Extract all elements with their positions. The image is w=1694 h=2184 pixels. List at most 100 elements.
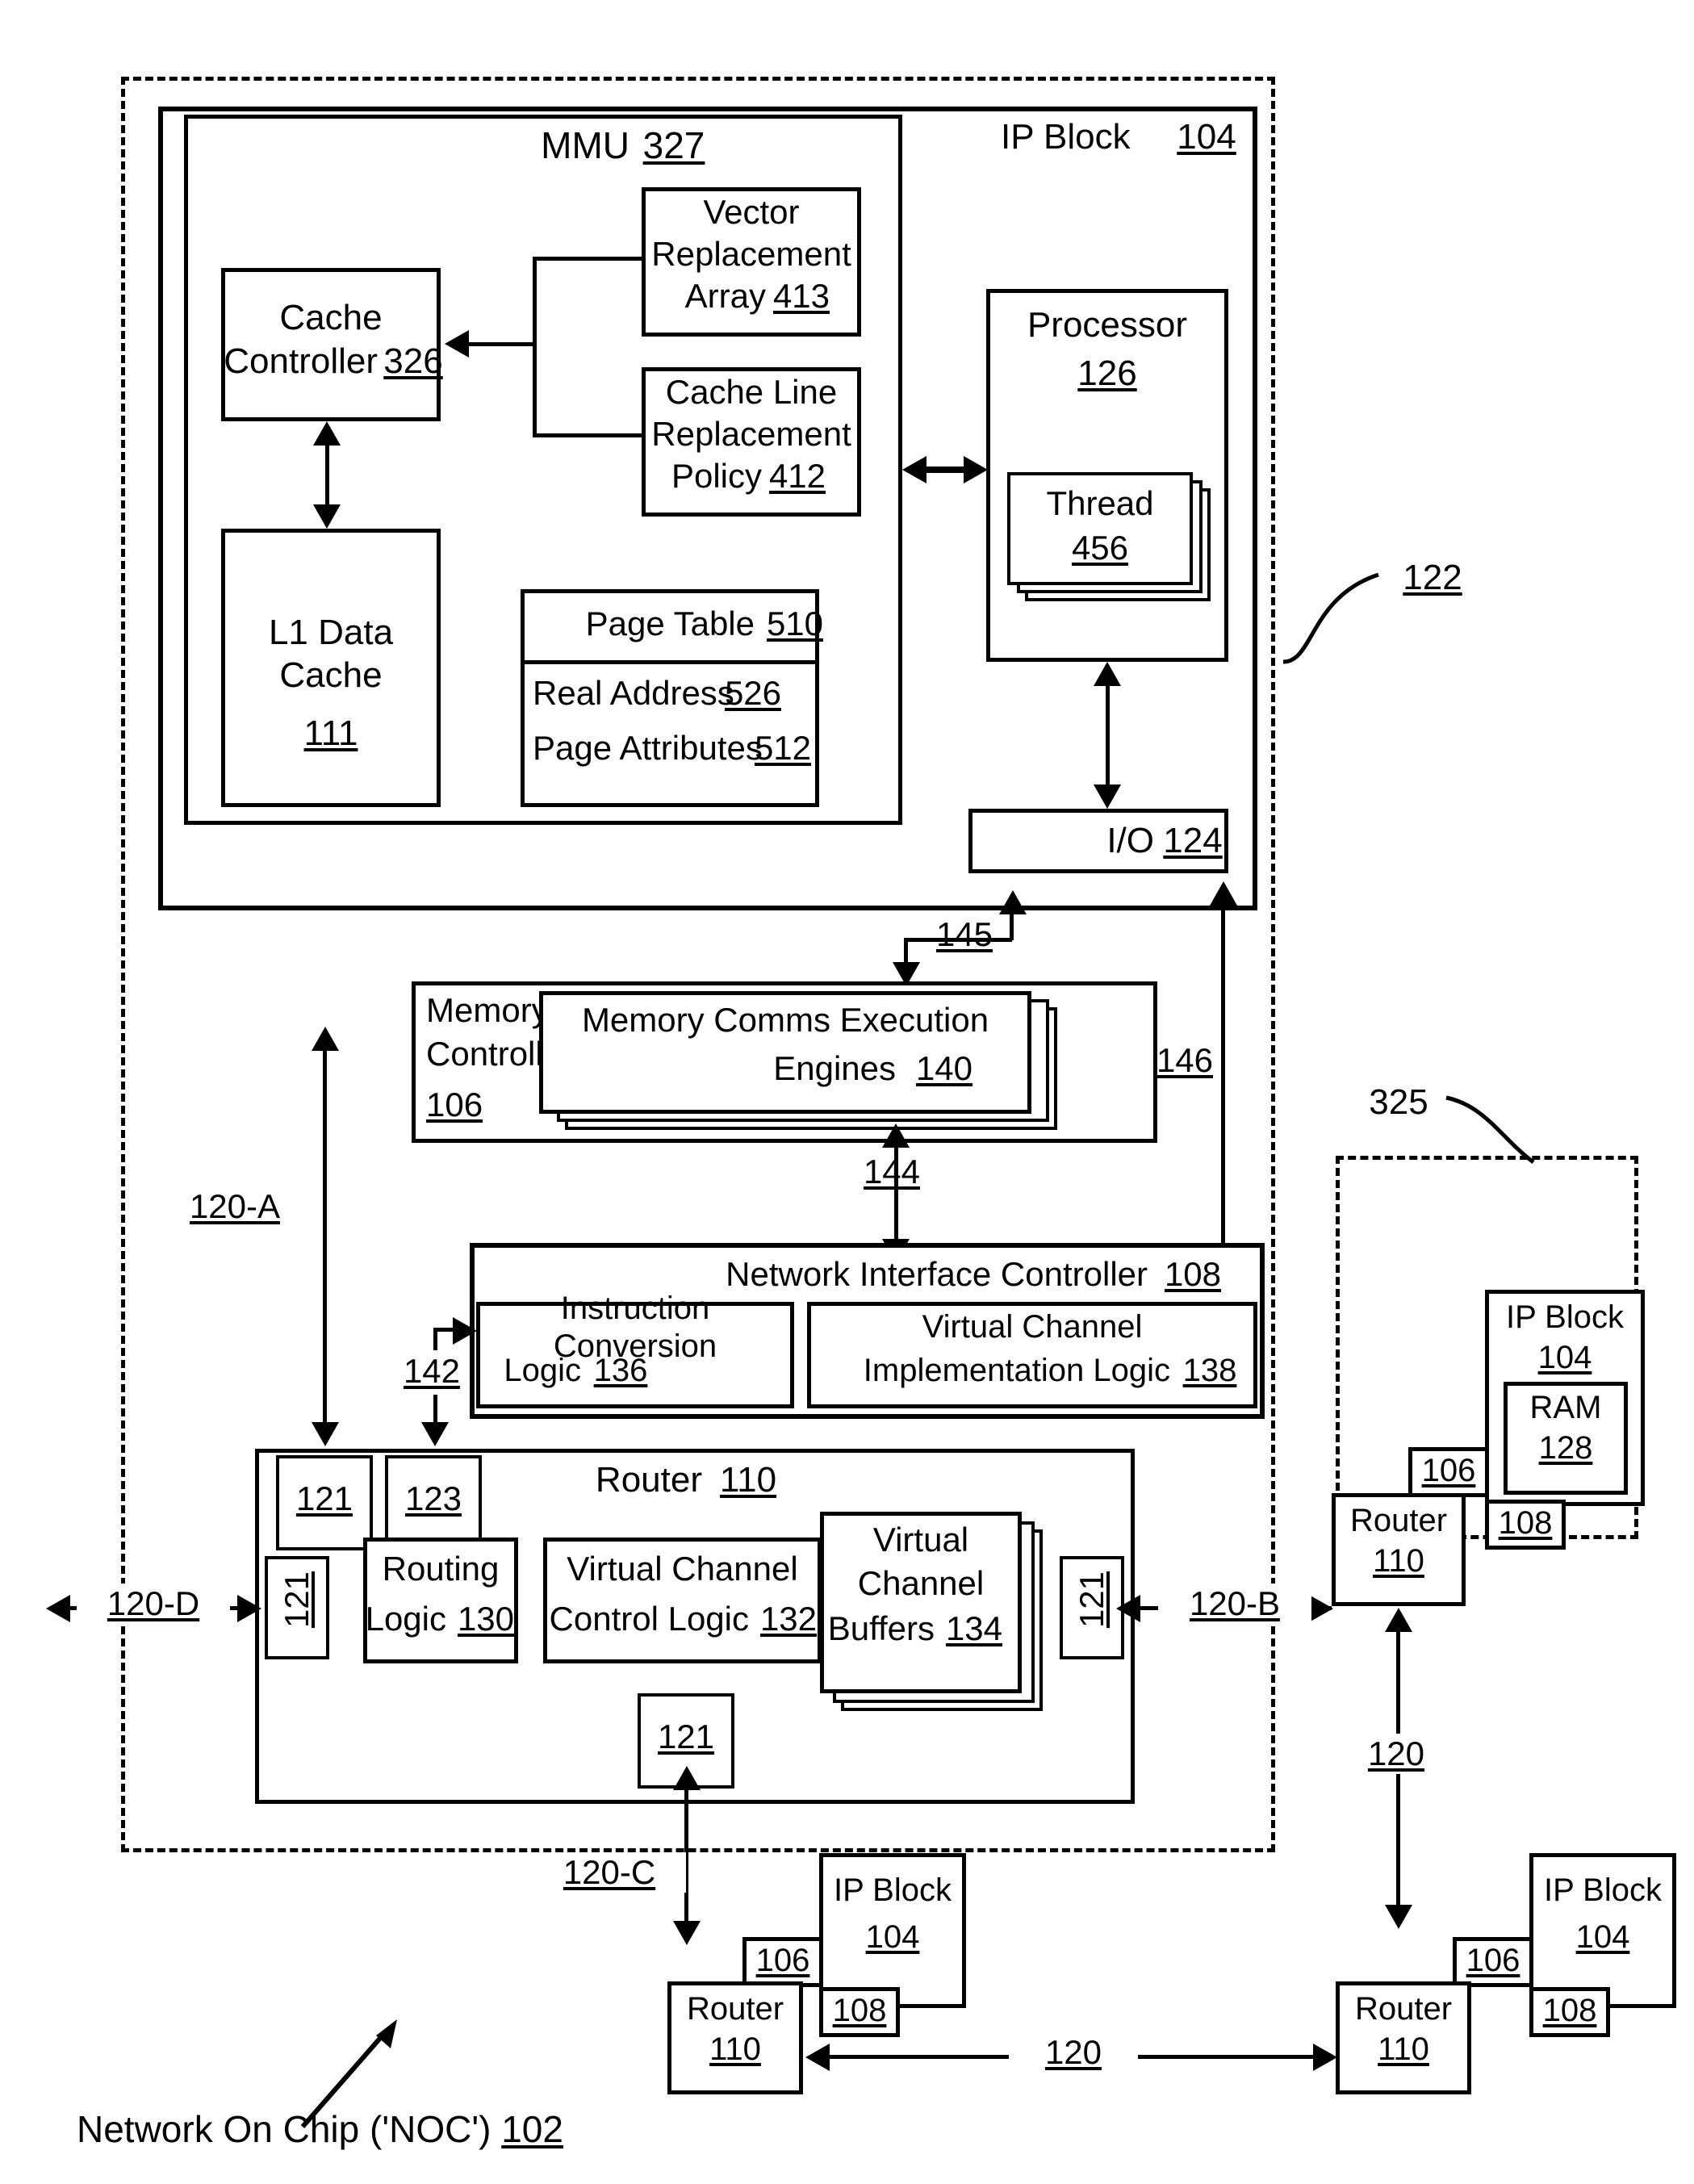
- cache-line-replacement-policy-ref: 412: [768, 457, 826, 496]
- link-120c-arrow-down: [673, 1921, 701, 1945]
- vc-implementation-logic-line2: Implementation Logic: [863, 1353, 1170, 1389]
- node-bottom-right-ip-block-ref: 104: [1575, 1919, 1630, 1956]
- router-port-121-right-label: 121: [1073, 1571, 1111, 1629]
- link-145-v-right: [1010, 912, 1014, 940]
- router-port-121-left-label: 121: [278, 1571, 316, 1629]
- vra-bus-h: [533, 257, 646, 261]
- cluster-325-ram-title: RAM: [1529, 1390, 1602, 1426]
- node-bottom-left-ip-block-ref: 104: [865, 1919, 920, 1956]
- thread-title: Thread: [1046, 484, 1154, 523]
- replacement-bus-v: [533, 257, 537, 437]
- link-120a-arrow-up: [312, 1027, 339, 1051]
- page-table-ref: 510: [766, 605, 824, 643]
- link-120-right-label: 120: [1332, 1734, 1461, 1774]
- routing-logic-ref: 130: [457, 1600, 515, 1638]
- io-title: I/O: [1106, 821, 1154, 861]
- link-120d-label: 120-D: [77, 1584, 230, 1624]
- node-bottom-right-mcc-ref: 106: [1466, 1943, 1520, 1979]
- noc-caption: Network On Chip ('NOC') 102: [77, 2107, 563, 2150]
- link-120c-arrow-up: [673, 1766, 701, 1790]
- link-146-arrow-up: [1210, 881, 1237, 906]
- page-table-title: Page Table: [585, 605, 755, 643]
- cluster-325-mcc-ref: 106: [1421, 1453, 1476, 1489]
- cc-l1-arrow-down: [313, 504, 341, 529]
- routing-logic-line1: Routing: [382, 1550, 500, 1588]
- vc-control-logic-line1: Virtual Channel: [567, 1550, 798, 1588]
- routing-logic-line2: Logic: [365, 1600, 446, 1638]
- processor-io-arrow-down: [1094, 784, 1121, 809]
- processor-io-link: [1106, 682, 1110, 787]
- cluster-325-leader-line: [1445, 1095, 1535, 1164]
- link-120b-arrow-right: [1309, 1595, 1333, 1622]
- patent-figure-noc-diagram: IP Block 104 MMU 327 Cache Controller 32…: [0, 0, 1694, 2184]
- thread-ref: 456: [1071, 529, 1129, 567]
- cluster-325-ram-ref: 128: [1538, 1430, 1593, 1466]
- link-120b-arrow-left: [1116, 1595, 1140, 1622]
- link-145-label: 145: [935, 915, 993, 954]
- mmu-processor-arrow-left: [902, 456, 926, 483]
- cache-line-replacement-policy-line2: Replacement: [651, 415, 851, 454]
- link-120d-arrow-left: [46, 1595, 70, 1622]
- node-bottom-left-mcc-ref: 106: [755, 1943, 810, 1979]
- link-120b-label: 120-B: [1158, 1584, 1311, 1624]
- ip-block-main-title: IP Block: [1001, 117, 1131, 157]
- nic-title: Network Interface Controller: [726, 1255, 1148, 1294]
- mcee-line1: Memory Comms Execution: [581, 1001, 989, 1040]
- cache-controller-line1: Cache: [279, 298, 383, 338]
- page-table-divider: [521, 660, 819, 664]
- io-ref: 124: [1163, 821, 1223, 861]
- link-142-arrow-right: [453, 1317, 477, 1345]
- link-120-right-arrow-down: [1385, 1905, 1412, 1929]
- link-120-bottom-label: 120: [1009, 2032, 1138, 2073]
- cluster-325-ip-block-title: IP Block: [1506, 1299, 1624, 1336]
- cache-controller-line2: Controller: [224, 341, 378, 382]
- node-bottom-right-ip-block-title: IP Block: [1544, 1872, 1662, 1909]
- node-bottom-right-router-title: Router: [1354, 1991, 1453, 2027]
- clrp-bus-h: [533, 433, 646, 437]
- vc-control-logic-line2: Control Logic: [549, 1600, 749, 1638]
- instruction-conversion-logic-line1: Instruction Conversion: [553, 1290, 717, 1364]
- link-120-bottom-arrow-right: [1313, 2044, 1337, 2071]
- vector-replacement-array-line2: Replacement: [651, 235, 851, 274]
- cache-line-replacement-policy-line3: Policy: [671, 457, 762, 496]
- page-table-row-0-ref: 526: [724, 674, 782, 713]
- mmu-processor-link: [926, 467, 967, 473]
- memory-comms-controller-ref: 106: [426, 1086, 483, 1124]
- l1-data-cache-ref: 111: [303, 713, 358, 754]
- instruction-conversion-logic-ref: 136: [593, 1353, 648, 1389]
- processor-title: Processor: [1027, 305, 1188, 345]
- mmu-title: MMU: [541, 123, 629, 166]
- router-main-ref: 110: [719, 1460, 777, 1500]
- cluster-325-router-title: Router: [1349, 1503, 1448, 1539]
- cc-l1-link-line: [325, 440, 329, 508]
- processor-io-arrow-up: [1094, 662, 1121, 686]
- cluster-325-router-ref: 110: [1373, 1543, 1424, 1579]
- router-port-121-top-left-label: 121: [295, 1479, 353, 1518]
- link-120-right-arrow-up: [1385, 1608, 1412, 1632]
- ip-block-main-label: IP Block: [1001, 117, 1162, 157]
- router-main-title: Router: [595, 1460, 702, 1500]
- node-bottom-left-ip-block-title: IP Block: [834, 1872, 952, 1909]
- cluster-325-ref: 325: [1369, 1082, 1428, 1123]
- cache-line-replacement-policy-line1: Cache Line: [665, 373, 838, 412]
- link-144-arrow-up: [882, 1123, 910, 1148]
- link-146-line: [1221, 902, 1225, 1270]
- link-120d-arrow-right: [237, 1595, 261, 1622]
- vc-buffers-line3: Buffers: [827, 1609, 935, 1648]
- mmu-ref: 327: [642, 123, 705, 166]
- pointer-122-ref: 122: [1403, 558, 1462, 598]
- l1-data-cache-line2: Cache: [279, 655, 383, 696]
- vc-buffers-ref: 134: [945, 1609, 1003, 1648]
- node-bottom-left-router-ref: 110: [709, 2031, 761, 2068]
- cluster-325-ip-block-ref: 104: [1537, 1340, 1592, 1376]
- processor-ref: 126: [1077, 354, 1137, 394]
- mcee-ref: 140: [915, 1049, 973, 1088]
- node-bottom-left-nic-ref: 108: [832, 1993, 887, 2029]
- instruction-conversion-logic-line2: Logic: [504, 1353, 581, 1389]
- cluster-325-nic-ref: 108: [1498, 1505, 1553, 1542]
- vc-implementation-logic-line1: Virtual Channel: [922, 1309, 1143, 1345]
- replacement-bus-to-cc: [468, 342, 534, 346]
- link-145-arrow-up: [999, 890, 1027, 914]
- vc-buffers-line1: Virtual: [872, 1521, 969, 1559]
- mcee-line2: Engines: [773, 1049, 896, 1088]
